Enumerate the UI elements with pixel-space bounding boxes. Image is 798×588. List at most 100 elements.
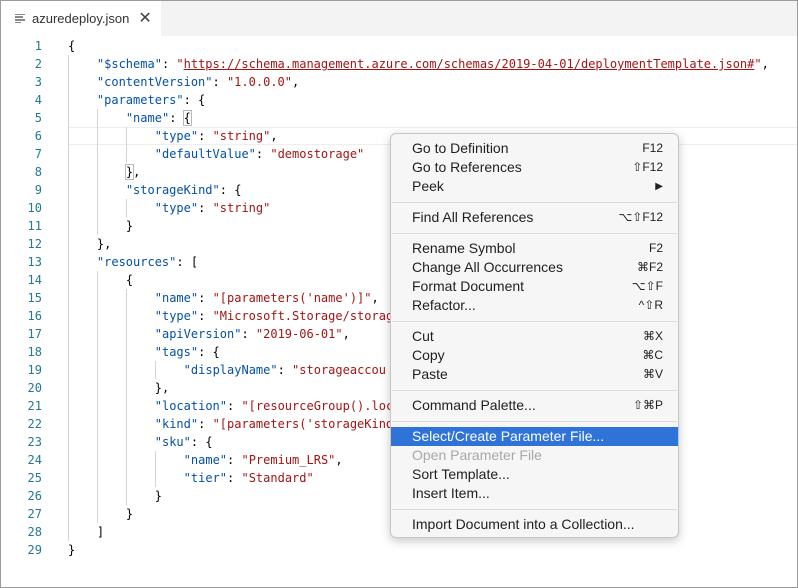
line-number: 15 bbox=[27, 291, 42, 305]
json-punctuation: , bbox=[342, 327, 350, 341]
menu-separator bbox=[392, 321, 677, 322]
menu-item-label: Refactor... bbox=[412, 297, 476, 313]
indent-guide bbox=[125, 127, 127, 163]
menu-item-copy[interactable]: Copy ⌘C bbox=[391, 346, 678, 365]
line-number: 20 bbox=[27, 381, 42, 395]
menu-item-insert-item[interactable]: Insert Item... bbox=[391, 484, 678, 503]
menu-item-cut[interactable]: Cut ⌘X bbox=[391, 327, 678, 346]
json-punctuation: , bbox=[371, 291, 379, 305]
json-punctuation: } bbox=[68, 543, 76, 557]
code-text: { bbox=[68, 37, 75, 55]
code-text: "defaultValue": "demostorage" bbox=[155, 145, 365, 163]
menu-item-label: Select/Create Parameter File... bbox=[412, 428, 605, 444]
menu-item-select-create-parameter-file[interactable]: Select/Create Parameter File... bbox=[391, 427, 678, 446]
json-string: "[resourceGroup().loc bbox=[241, 399, 394, 413]
json-string: "string" bbox=[212, 129, 271, 143]
json-key: "type" bbox=[154, 309, 199, 323]
menu-item-find-all-references[interactable]: Find All References ⌥⇧F12 bbox=[391, 208, 678, 227]
tab-bar: azuredeploy.json ✕ bbox=[1, 1, 797, 36]
menu-item-peek[interactable]: Peek ▶ bbox=[391, 177, 678, 196]
tab-azuredeploy-json[interactable]: azuredeploy.json ✕ bbox=[1, 1, 161, 36]
json-punctuation: ] bbox=[96, 525, 105, 539]
code-line[interactable]: 1{ bbox=[1, 37, 797, 55]
json-string: "string" bbox=[212, 201, 271, 215]
code-text: "type": "string", bbox=[155, 127, 278, 145]
menu-item-shortcut: ⌥⇧F12 bbox=[618, 210, 663, 224]
menu-item-shortcut: ^⇧R bbox=[638, 298, 663, 312]
line-number: 6 bbox=[34, 129, 42, 143]
line-number: 11 bbox=[27, 219, 42, 233]
code-text: "location": "[resourceGroup().loc bbox=[155, 397, 393, 415]
menu-item-label: Sort Template... bbox=[412, 466, 510, 482]
menu-item-paste[interactable]: Paste ⌘V bbox=[391, 365, 678, 384]
close-icon[interactable]: ✕ bbox=[138, 10, 151, 27]
code-text: "tier": "Standard" bbox=[184, 469, 314, 487]
indent-guide bbox=[154, 361, 156, 379]
code-line[interactable]: 2 "$schema": "https://schema.management.a… bbox=[1, 55, 797, 73]
menu-item-command-palette[interactable]: Command Palette... ⇧⌘P bbox=[391, 396, 678, 415]
menu-separator bbox=[392, 390, 677, 391]
json-key: "name" bbox=[154, 291, 199, 305]
line-number: 22 bbox=[27, 417, 42, 431]
line-number: 18 bbox=[27, 345, 42, 359]
code-text: } bbox=[155, 487, 162, 505]
menu-item-label: Find All References bbox=[412, 209, 534, 225]
menu-item-open-parameter-file: Open Parameter File bbox=[391, 446, 678, 465]
code-text: "contentVersion": "1.0.0.0", bbox=[97, 73, 299, 91]
json-punctuation: : { bbox=[198, 345, 220, 359]
menu-item-label: Paste bbox=[412, 366, 448, 382]
menu-item-label: Insert Item... bbox=[412, 485, 490, 501]
code-line[interactable]: 5 "name": { bbox=[1, 109, 797, 127]
json-string: https://schema.management.azure.com/sche… bbox=[183, 57, 755, 71]
indent-guide bbox=[96, 271, 98, 523]
json-punctuation: : bbox=[277, 363, 293, 377]
json-punctuation: : bbox=[198, 291, 213, 305]
menu-item-rename-symbol[interactable]: Rename Symbol F2 bbox=[391, 239, 678, 258]
line-number: 7 bbox=[34, 147, 42, 161]
line-number: 23 bbox=[27, 435, 42, 449]
code-text: ] bbox=[97, 523, 104, 541]
code-text: "tags": { bbox=[155, 343, 220, 361]
json-key: "sku" bbox=[154, 435, 191, 449]
json-punctuation: : bbox=[198, 309, 213, 323]
menu-item-sort-template[interactable]: Sort Template... bbox=[391, 465, 678, 484]
json-key: "displayName" bbox=[183, 363, 278, 377]
json-string: "Standard" bbox=[241, 471, 314, 485]
line-number: 8 bbox=[34, 165, 42, 179]
menu-item-label: Peek bbox=[412, 178, 444, 194]
menu-item-shortcut: ⌥⇧F bbox=[631, 279, 663, 293]
menu-item-change-all-occurrences[interactable]: Change All Occurrences ⌘F2 bbox=[391, 258, 678, 277]
tab-title: azuredeploy.json bbox=[32, 11, 130, 26]
json-key: "tier" bbox=[183, 471, 228, 485]
json-punctuation: , bbox=[335, 453, 343, 467]
code-line[interactable]: 4 "parameters": { bbox=[1, 91, 797, 109]
menu-item-import-document-into-a-collection[interactable]: Import Document into a Collection... bbox=[391, 515, 678, 534]
line-number: 5 bbox=[34, 111, 42, 125]
menu-item-go-to-references[interactable]: Go to References ⇧F12 bbox=[391, 158, 678, 177]
json-string: "[parameters('name')]" bbox=[212, 291, 372, 305]
json-punctuation: : bbox=[198, 417, 213, 431]
menu-item-shortcut: ⌘V bbox=[642, 367, 663, 381]
menu-item-go-to-definition[interactable]: Go to Definition F12 bbox=[391, 139, 678, 158]
line-number: 14 bbox=[27, 273, 42, 287]
editor-window: azuredeploy.json ✕ 1{2 "$schema": "https:… bbox=[0, 0, 798, 588]
code-text: "kind": "[parameters('storageKind bbox=[155, 415, 393, 433]
json-punctuation: : { bbox=[183, 93, 206, 107]
json-string: "1.0.0.0" bbox=[226, 75, 292, 89]
line-number: 24 bbox=[27, 453, 42, 467]
code-line[interactable]: 3 "contentVersion": "1.0.0.0", bbox=[1, 73, 797, 91]
submenu-arrow-icon: ▶ bbox=[655, 181, 663, 192]
json-key: "resources" bbox=[96, 255, 177, 269]
code-text: "name": "[parameters('name')]", bbox=[155, 289, 379, 307]
line-number: 2 bbox=[34, 57, 42, 71]
line-number: 21 bbox=[27, 399, 42, 413]
line-number: 13 bbox=[27, 255, 42, 269]
menu-item-refactor[interactable]: Refactor... ^⇧R bbox=[391, 296, 678, 315]
menu-item-shortcut: ⌘C bbox=[642, 348, 663, 362]
json-punctuation: : [ bbox=[176, 255, 199, 269]
code-line[interactable]: 29} bbox=[1, 541, 797, 559]
json-key: "kind" bbox=[154, 417, 199, 431]
menu-item-format-document[interactable]: Format Document ⌥⇧F bbox=[391, 277, 678, 296]
menu-item-label: Rename Symbol bbox=[412, 240, 516, 256]
code-text: { bbox=[126, 271, 133, 289]
